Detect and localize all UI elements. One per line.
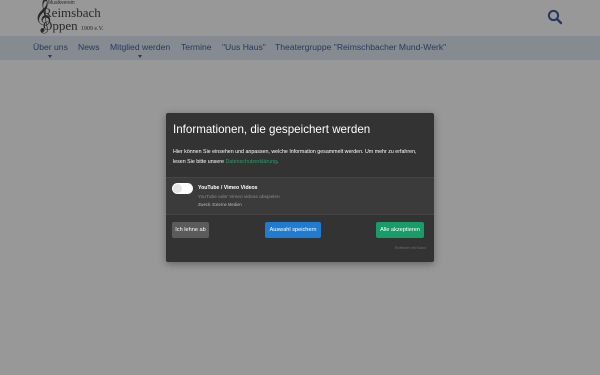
toggle-knob [173,184,182,193]
consent-dialog: Informationen, die gespeichert werden Hi… [166,113,434,262]
consent-description-text: Hier können Sie einsehen und anpassen, w… [173,149,417,165]
consent-description: Hier können Sie einsehen und anpassen, w… [173,147,427,167]
consent-title: Informationen, die gespeichert werden [173,123,371,136]
service-description: YouTube oder Vimeo videos abspielen [198,195,280,200]
service-name[interactable]: YouTube / Vimeo Videos [198,185,258,191]
service-purpose: Zweck: Externe Medien [198,202,242,207]
privacy-policy-link[interactable]: Datenschutzerklärung [225,159,277,165]
service-toggle[interactable] [172,183,193,194]
save-selection-button[interactable]: Auswahl speichern [265,222,321,238]
powered-by-link[interactable]: Realisiert mit Klaro! [395,246,426,250]
service-youtube-vimeo: YouTube / Vimeo Videos YouTube oder Vime… [166,177,434,215]
accept-all-button[interactable]: Alle akzeptieren [376,222,424,238]
consent-description-end: . [276,159,279,165]
decline-button[interactable]: Ich lehne ab [172,222,209,238]
